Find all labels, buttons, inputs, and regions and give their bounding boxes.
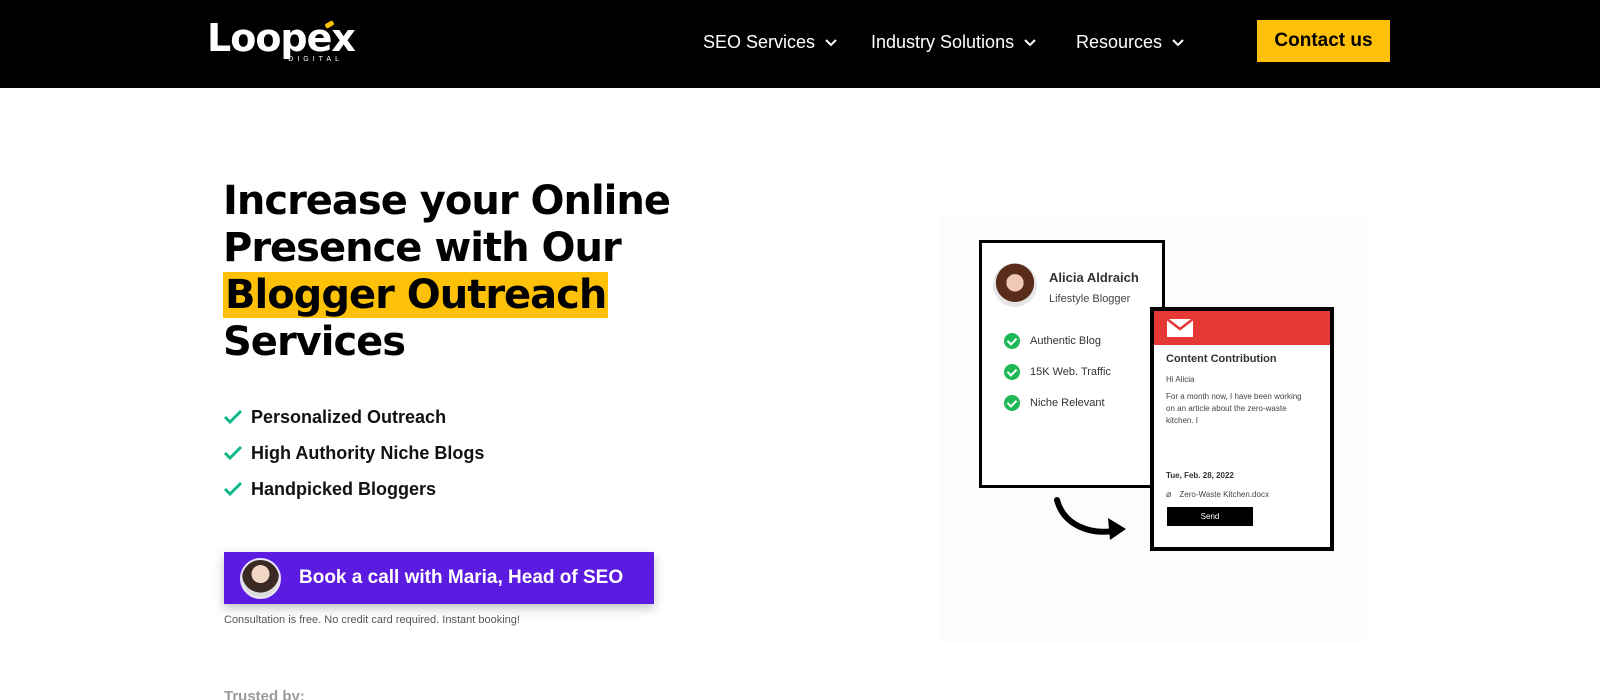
feature-label: Handpicked Bloggers: [251, 478, 437, 499]
check-icon: [223, 409, 243, 425]
email-send-button: Send: [1167, 507, 1253, 526]
feature-list: Personalized Outreach High Authority Nic…: [223, 399, 484, 507]
nav-resources[interactable]: Resources: [1076, 0, 1186, 84]
criteria-item: Authentic Blog: [1004, 325, 1111, 356]
check-circle-icon: [1004, 332, 1020, 349]
logo-subtext: DIGITAL: [288, 56, 343, 63]
criteria-label: 15K Web. Traffic: [1030, 365, 1111, 378]
blogger-profile-card: Alicia Aldraich Lifestyle Blogger Authen…: [979, 240, 1165, 488]
feature-label: Personalized Outreach: [251, 406, 447, 427]
feature-item: Personalized Outreach: [223, 399, 484, 435]
check-circle-icon: [1004, 394, 1020, 411]
check-icon: [223, 481, 243, 497]
nav-label: SEO Services: [703, 31, 816, 52]
criteria-item: Niche Relevant: [1004, 387, 1111, 418]
check-circle-icon: [1004, 363, 1020, 380]
hero-title-line: Presence with Our: [223, 225, 622, 271]
site-header: Loopex DIGITAL SEO Services Industry Sol…: [0, 0, 1600, 88]
nav-label: Industry Solutions: [871, 31, 1015, 52]
trusted-by-label: Trusted by:: [224, 688, 305, 700]
hero-title-highlight: Blogger Outreach: [223, 272, 609, 318]
book-call-button[interactable]: Book a call with Maria, Head of SEO: [224, 552, 654, 604]
envelope-icon: [1166, 318, 1194, 337]
hero-title: Increase your Online Presence with Our B…: [223, 178, 743, 366]
attachment-name: Zero-Waste Kitchen.docx: [1179, 490, 1269, 499]
chevron-down-icon: [1024, 39, 1036, 47]
maria-avatar: [240, 557, 281, 599]
email-body: For a month now, I have been working on …: [1166, 392, 1302, 425]
hero-title-line: Services: [223, 319, 406, 365]
check-icon: [223, 445, 243, 461]
hero-title-line: Increase your Online: [223, 178, 671, 224]
criteria-label: Authentic Blog: [1030, 334, 1101, 347]
nav-industry-solutions[interactable]: Industry Solutions: [871, 0, 1038, 84]
criteria-item: 15K Web. Traffic: [1004, 356, 1111, 387]
blogger-avatar: [993, 263, 1037, 307]
blogger-role: Lifestyle Blogger: [1049, 293, 1131, 305]
book-call-label: Book a call with Maria, Head of SEO: [299, 567, 624, 588]
email-card-header: [1154, 311, 1330, 345]
criteria-label: Niche Relevant: [1030, 396, 1105, 409]
contact-us-button[interactable]: Contact us: [1257, 20, 1390, 62]
chevron-down-icon: [825, 39, 837, 47]
blogger-name: Alicia Aldraich: [1049, 270, 1139, 285]
feature-item: Handpicked Bloggers: [223, 471, 484, 507]
email-attachment: ⌀ Zero-Waste Kitchen.docx: [1166, 489, 1269, 500]
hero-title-line: Blogger Outreach: [223, 272, 743, 319]
email-date: Tue, Feb. 28, 2022: [1166, 471, 1234, 480]
chevron-down-icon: [1172, 39, 1184, 47]
feature-label: High Authority Niche Blogs: [251, 442, 485, 463]
paperclip-icon: ⌀: [1166, 489, 1172, 499]
nav-seo-services[interactable]: SEO Services: [703, 0, 839, 84]
email-card: Content Contribution Hi Alicia For a mon…: [1150, 307, 1334, 551]
email-greeting: Hi Alicia: [1166, 375, 1195, 384]
consultation-note: Consultation is free. No credit card req…: [224, 614, 520, 626]
nav-label: Resources: [1076, 31, 1163, 52]
loopex-logo[interactable]: Loopex DIGITAL: [207, 16, 356, 68]
blogger-criteria-list: Authentic Blog 15K Web. Traffic Niche Re…: [1004, 325, 1111, 418]
email-title: Content Contribution: [1166, 353, 1277, 365]
feature-item: High Authority Niche Blogs: [223, 435, 484, 471]
curved-arrow-icon: [1054, 497, 1126, 540]
